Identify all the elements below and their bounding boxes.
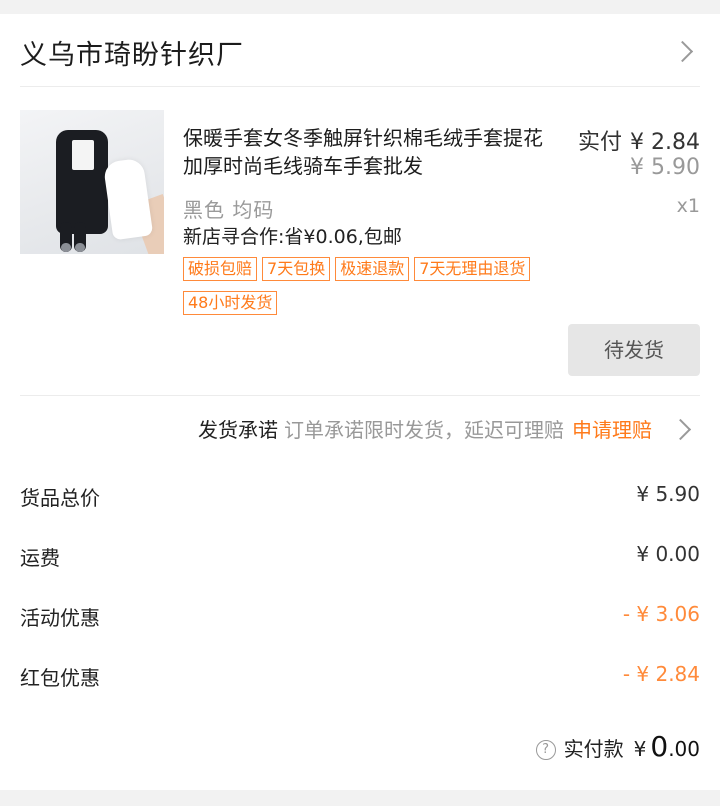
summary-value: ¥ 0.00: [636, 542, 700, 566]
promise-title: 发货承诺: [198, 418, 278, 442]
paid-label: 实付: [578, 130, 623, 155]
service-tag: 破损包赔: [183, 257, 258, 281]
chevron-right-icon: [671, 40, 694, 63]
shipping-promise[interactable]: 发货承诺 订单承诺限时发货，延迟可理赔 申请理赔: [198, 414, 652, 443]
summary-label: 货品总价: [20, 486, 100, 510]
shop-name: 义乌市琦盼针织厂: [20, 40, 244, 71]
glove-image-dark: [56, 130, 108, 252]
service-tag: 7天无理由退货: [414, 257, 531, 281]
product-promo: 新店寻合作:省¥0.06,包邮: [183, 226, 402, 248]
product-variant: 黑色 均码: [183, 198, 275, 222]
summary-row: 红包优惠 - ¥ 2.84: [20, 662, 700, 692]
total-currency: ¥: [633, 737, 647, 761]
original-price: ¥ 5.90: [630, 155, 700, 180]
total-label: 实付款: [563, 737, 624, 761]
summary-row: 运费 ¥ 0.00: [20, 542, 700, 572]
service-tag: 极速退款: [335, 257, 410, 281]
apply-claim-link[interactable]: 申请理赔: [572, 418, 652, 442]
product-thumbnail[interactable]: [20, 110, 164, 254]
summary-row: 活动优惠 - ¥ 3.06: [20, 602, 700, 632]
product-title[interactable]: 保暖手套女冬季触屏针织棉毛绒手套提花加厚时尚毛线骑车手套批发: [183, 124, 558, 180]
promise-description: 订单承诺限时发货，延迟可理赔: [284, 418, 564, 442]
quantity: x1: [676, 195, 700, 217]
summary-row: 货品总价 ¥ 5.90: [20, 482, 700, 512]
paid-price-block: 实付 ¥ 2.84: [578, 124, 700, 156]
glove-image-light: [102, 157, 154, 241]
chevron-right-icon[interactable]: [669, 418, 692, 441]
paid-price: ¥ 2.84: [630, 130, 700, 155]
shop-header[interactable]: 义乌市琦盼针织厂: [20, 14, 700, 87]
total-paid: ? 实付款 ¥0.00: [535, 730, 700, 763]
summary-value: - ¥ 2.84: [622, 662, 700, 686]
service-tag: 48小时发货: [183, 291, 278, 315]
summary-label: 活动优惠: [20, 606, 100, 630]
service-tags: 破损包赔 7天包换 极速退款 7天无理由退货 48小时发货: [183, 257, 613, 325]
service-tag: 7天包换: [262, 257, 331, 281]
help-circle-icon[interactable]: ?: [535, 740, 556, 760]
divider: [20, 395, 700, 396]
summary-label: 运费: [20, 546, 60, 570]
total-integer: 0: [650, 730, 669, 763]
summary-value: ¥ 5.90: [636, 482, 700, 506]
order-status-button[interactable]: 待发货: [568, 324, 700, 376]
total-decimal: .00: [668, 737, 700, 761]
summary-value: - ¥ 3.06: [622, 602, 700, 626]
summary-label: 红包优惠: [20, 666, 100, 690]
order-card: 义乌市琦盼针织厂 保暖手套女冬季触屏针织棉毛绒手套提花加厚时尚毛线骑车手套批发 …: [0, 14, 720, 790]
